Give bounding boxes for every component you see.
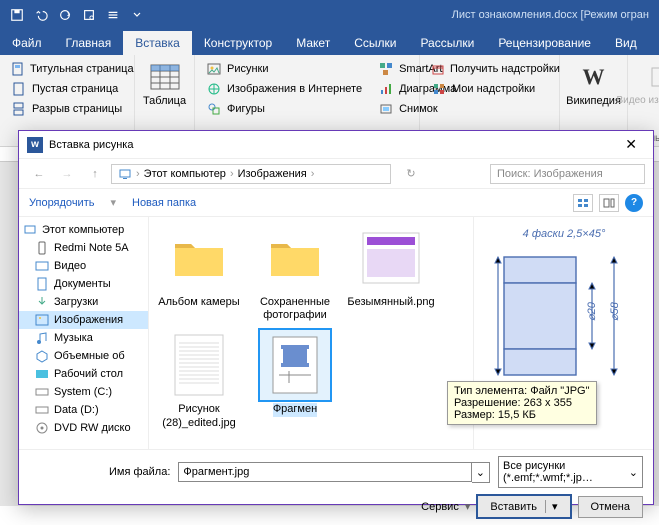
tree-dvd[interactable]: DVD RW диско — [19, 419, 148, 437]
blank-page-button[interactable]: Пустая страница — [8, 79, 126, 99]
wikipedia-button[interactable]: W Википедия — [568, 59, 619, 109]
file-folder-2[interactable]: Сохраненные фотографии — [251, 223, 339, 322]
tab-mail[interactable]: Рассылки — [408, 31, 486, 55]
pictures-button[interactable]: Рисунки — [203, 59, 365, 79]
svg-text:4 фаски 2,5×45°: 4 фаски 2,5×45° — [522, 228, 605, 240]
undo-icon[interactable] — [30, 4, 52, 26]
redo-icon[interactable] — [54, 4, 76, 26]
picture-icon — [206, 61, 222, 77]
file-filter[interactable]: Все рисунки (*.emf;*.wmf;*.jp…⌄ — [498, 456, 643, 488]
tree-desktop[interactable]: Рабочий стол — [19, 365, 148, 383]
dialog-title: Вставка рисунка — [49, 139, 133, 151]
tree-phone[interactable]: Redmi Note 5A — [19, 239, 148, 257]
new-folder-button[interactable]: Новая папка — [132, 197, 196, 209]
tree-pictures[interactable]: Изображения — [19, 311, 148, 329]
file-tooltip: Тип элемента: Файл "JPG" Разрешение: 263… — [447, 381, 597, 425]
tree-music[interactable]: Музыка — [19, 329, 148, 347]
cover-page-button[interactable]: Титульная страница — [8, 59, 126, 79]
tree-drive-d[interactable]: Data (D:) — [19, 401, 148, 419]
page-break-button[interactable]: Разрыв страницы — [8, 99, 126, 119]
tab-refs[interactable]: Ссылки — [342, 31, 408, 55]
tab-review[interactable]: Рецензирование — [486, 31, 603, 55]
tree-downloads[interactable]: Загрузки — [19, 293, 148, 311]
online-pictures-button[interactable]: Изображения в Интернете — [203, 79, 365, 99]
qat-dropdown-icon[interactable] — [126, 4, 148, 26]
back-button[interactable]: ← — [27, 162, 51, 186]
close-button[interactable]: ✕ — [617, 134, 645, 155]
filename-input[interactable] — [178, 462, 471, 482]
file-folder-1[interactable]: Альбом камеры — [155, 223, 243, 322]
tree-3d[interactable]: Объемные об — [19, 347, 148, 365]
tree-video[interactable]: Видео — [19, 257, 148, 275]
tools-button[interactable]: Сервис — [421, 501, 459, 513]
tab-view[interactable]: Вид — [603, 31, 649, 55]
chart-icon — [378, 81, 394, 97]
tab-design[interactable]: Конструктор — [192, 31, 284, 55]
blank-page-icon — [11, 81, 27, 97]
insert-picture-dialog: w Вставка рисунка ✕ ← → ↑ › Этот компьют… — [18, 130, 654, 505]
up-button[interactable]: ↑ — [83, 162, 107, 186]
video-icon — [648, 61, 659, 93]
qat-icon[interactable] — [78, 4, 100, 26]
tree-drive-c[interactable]: System (C:) — [19, 383, 148, 401]
addins-icon — [431, 81, 447, 97]
svg-text:⌀20: ⌀20 — [586, 301, 598, 321]
search-input[interactable]: Поиск: Изображения — [490, 164, 645, 184]
shapes-button[interactable]: Фигуры — [203, 99, 365, 119]
table-button[interactable]: Таблица — [143, 59, 186, 109]
qat-more-icon[interactable] — [102, 4, 124, 26]
tab-insert[interactable]: Вставка — [123, 31, 192, 55]
tab-home[interactable]: Главная — [54, 31, 124, 55]
file-jpg-1[interactable]: Рисунок (28)_edited.jpg — [155, 330, 243, 429]
file-selected[interactable]: Фрагмен — [251, 330, 339, 429]
tree-pc[interactable]: Этот компьютер — [19, 221, 148, 239]
tab-layout[interactable]: Макет — [284, 31, 342, 55]
nav-tree: Этот компьютер Redmi Note 5A Видео Докум… — [19, 217, 149, 449]
shapes-icon — [206, 101, 222, 117]
help-button[interactable]: ? — [625, 194, 643, 212]
view-preview-button[interactable] — [599, 194, 619, 212]
page-icon — [11, 61, 25, 77]
wiki-icon: W — [578, 61, 610, 93]
filename-label: Имя файла: — [109, 466, 170, 478]
organize-button[interactable]: Упорядочить — [29, 197, 94, 209]
break-icon — [11, 101, 27, 117]
tab-file[interactable]: Файл — [0, 31, 54, 55]
insert-button[interactable]: Вставить▾ — [476, 494, 571, 519]
get-addins-button[interactable]: Получить надстройки — [428, 59, 551, 79]
file-png[interactable]: Безымянный.png — [347, 223, 435, 322]
forward-button[interactable]: → — [55, 162, 79, 186]
video-button[interactable]: Видео из Интернета — [636, 59, 659, 108]
window-title: Лист ознакомления.docx [Режим огран — [452, 9, 659, 21]
breadcrumb[interactable]: › Этот компьютер › Изображения › — [111, 164, 391, 184]
tab-help[interactable]: Справка — [649, 31, 659, 55]
tree-docs[interactable]: Документы — [19, 275, 148, 293]
pc-icon — [118, 167, 132, 181]
screenshot-icon — [378, 101, 394, 117]
save-icon[interactable] — [6, 4, 28, 26]
my-addins-button[interactable]: Мои надстройки — [428, 79, 551, 99]
online-icon — [206, 81, 222, 97]
smartart-icon — [378, 61, 394, 77]
cancel-button[interactable]: Отмена — [578, 496, 643, 518]
table-icon — [149, 61, 181, 93]
view-icons-button[interactable] — [573, 194, 593, 212]
refresh-button[interactable]: ↻ — [399, 162, 423, 186]
word-icon: w — [27, 137, 43, 153]
store-icon — [431, 61, 445, 77]
svg-text:⌀58: ⌀58 — [609, 301, 621, 321]
